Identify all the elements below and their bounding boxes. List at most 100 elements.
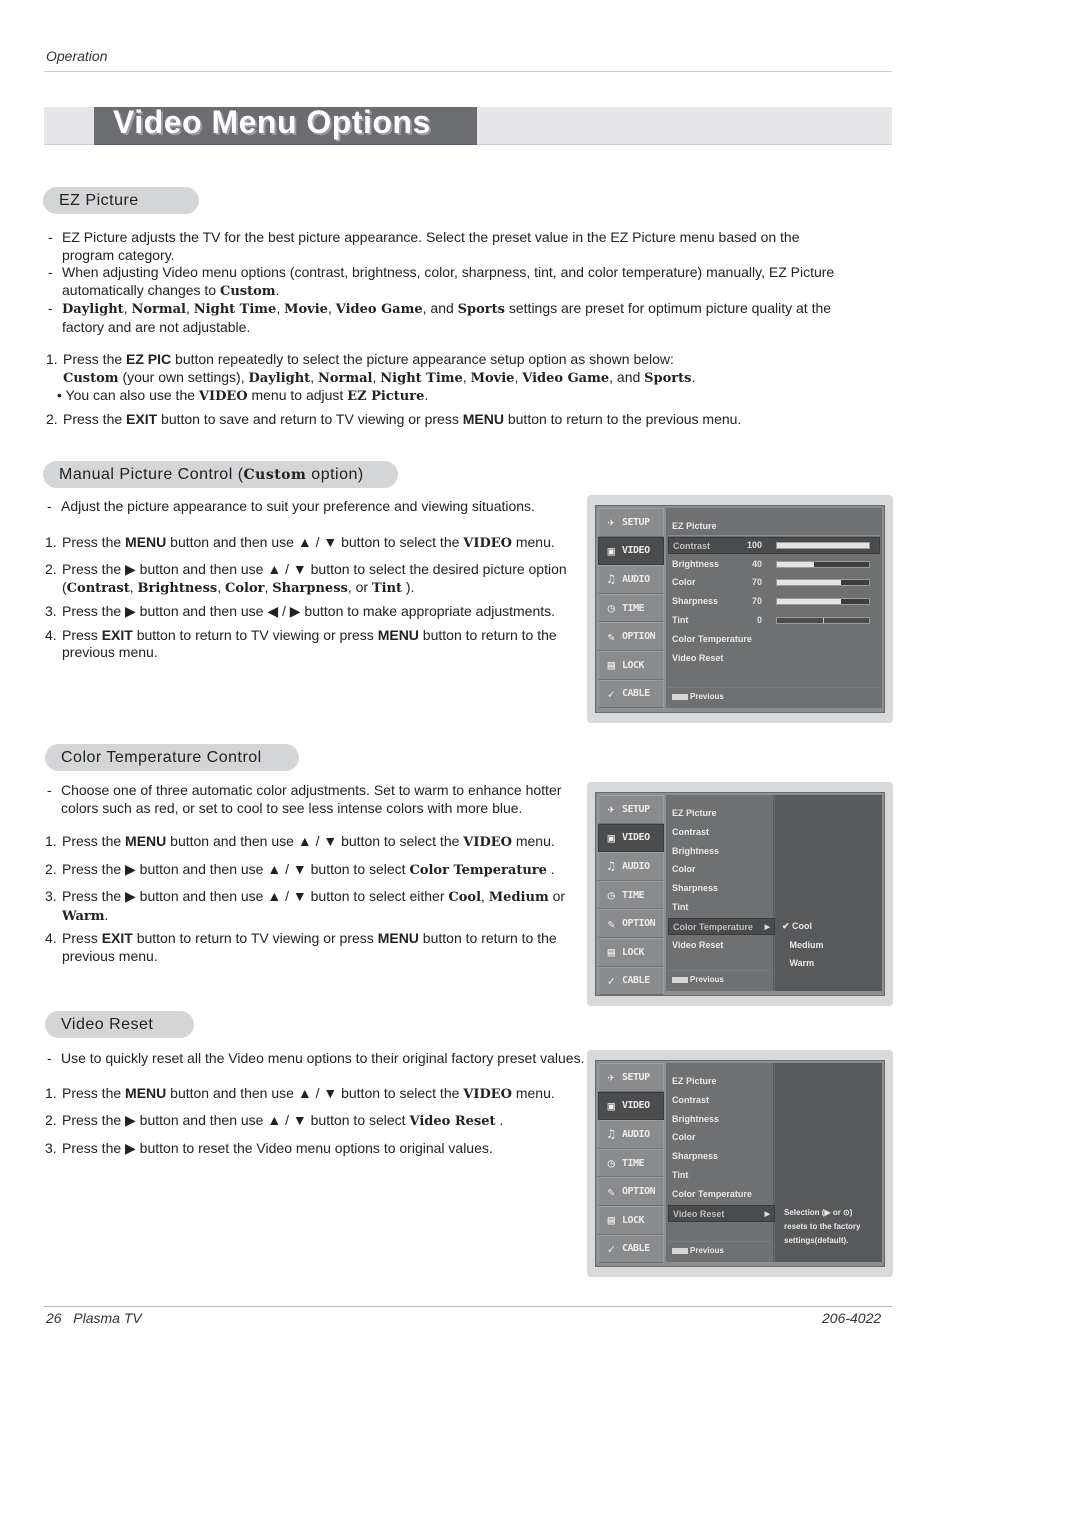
tv-help-text: settings(default). [784,1235,849,1245]
tv-sidebar-item-option: ✎ OPTION [598,622,664,651]
padlock-icon: ▤ [607,1213,615,1228]
padlock-icon: ▤ [607,945,615,960]
tv-menu-item: Tint [672,902,689,912]
tv-menu-item: Video Reset [672,652,724,663]
tv-help-text: resets to the factory [784,1221,861,1231]
tv-sidebar-label: AUDIO [622,573,650,585]
manual-picture-text: Adjust the picture appearance to suit yo… [45,498,580,667]
tv-sidebar-label: OPTION [622,631,656,643]
wrench-icon: ✎ [607,629,615,644]
tv-sidebar-label: LOCK [622,1214,645,1226]
tv-slider-fill [777,542,869,548]
tv-slider [776,560,870,568]
cable-plug-icon: ✓ [607,973,615,988]
tv-sidebar-item-cable: ✓ CABLE [598,966,664,996]
tv-sidebar: ✈ SETUP ▣ VIDEO ♫ AUDIO ◷ TIME ✎ OPTION ▤ LOCK ✓ CABL… [598,795,664,996]
video-reset-text: Use to quickly reset all the Video menu … [45,1050,585,1162]
note-item: Adjust the picture appearance to suit yo… [45,498,580,516]
tv-menu-item: EZ Picture [672,521,717,531]
tv-previous-label: Previous [690,692,724,701]
tv-screen: ✈ SETUP ▣ VIDEO ♫ AUDIO ◷ TIME ✎ OPTION ▤ LOCK ✓ CABL… [595,1060,885,1267]
tv-sidebar-item-option: ✎ OPTION [598,909,664,938]
tv-menu-screenshot-video-reset: ✈ SETUP ▣ VIDEO ♫ AUDIO ◷ TIME ✎ OPTION ▤ LOCK ✓ CABL… [587,1050,893,1277]
tv-screen: ✈ SETUP ▣ VIDEO ♫ AUDIO ◷ TIME ✎ OPTION ▤ LOCK ✓ CABL… [595,792,885,996]
tv-arrow-right-icon: ▶ [764,1210,770,1218]
ez-picture-steps: 1. Press the EZ PIC button repeatedly to… [46,351,846,433]
menu-key-icon [672,693,688,700]
tv-previous-label: Previous [690,975,724,984]
heading-text: EZ Picture [59,192,139,209]
tv-sidebar-label: CABLE [622,1243,650,1255]
tv-sidebar-label: AUDIO [622,1128,650,1140]
tv-main-panel: EZ Picture Contrast 100 Brightness 40 Color 70… [666,508,882,708]
tv-slider-fill [777,561,814,567]
tv-help-text: Selection (▶ or ⊙) [784,1207,853,1217]
note-item: Use to quickly reset all the Video menu … [45,1050,585,1068]
tv-menu-item: EZ Picture [672,808,717,818]
tv-menu-item: Contrast [672,826,710,837]
tv-sidebar-item-setup: ✈ SETUP [598,508,664,537]
ez-picture-notes: EZ Picture adjusts the TV for the best p… [46,229,846,336]
tv-menu-item: Brightness [672,1113,720,1124]
clock-icon: ◷ [607,1156,615,1171]
monitor-icon: ▣ [607,1098,615,1113]
tv-slider [776,579,870,587]
step-item: 2. Press the ▶ button and then use ▲ / ▼ … [45,561,567,596]
step-item: 4. Press EXIT button to return to TV view… [45,930,557,964]
note-item: EZ Picture adjusts the TV for the best p… [46,229,846,264]
step-item: 2. Press the ▶ button and then use ▲ / ▼ … [45,860,555,878]
step-item: 1. Press the MENU button and then use ▲ /… [45,533,555,551]
step-item: 1. Press the MENU button and then use ▲ /… [45,833,555,850]
tv-sidebar-label: LOCK [622,946,645,958]
tv-sidebar-label: AUDIO [622,860,650,872]
tv-sidebar-label: OPTION [622,1186,656,1198]
tv-sidebar-label: SETUP [622,1071,650,1083]
padlock-icon: ▤ [607,658,615,673]
step-item: 3. Press the ▶ button and then use ◀ / ▶ … [45,603,556,619]
tv-sidebar-item-lock: ▤ LOCK [598,937,664,967]
running-head: Operation [46,48,108,64]
cable-plug-icon: ✓ [607,1241,615,1256]
note-item: Daylight, Normal, Night Time, Movie, Vid… [46,300,846,336]
step-item: 3. Press the ▶ button and then use ▲ / ▼ … [45,888,566,924]
tv-submenu-option: Warm [782,958,815,969]
tv-sidebar-item-audio: ♫ AUDIO [598,852,664,881]
speaker-icon: ♫ [607,572,615,587]
tv-sidebar-label: OPTION [622,918,656,930]
tv-sidebar-item-lock: ▤ LOCK [598,1205,664,1235]
tv-arrow-right-icon: ▶ [764,923,770,931]
tv-submenu-option: Medium [782,939,824,950]
monitor-icon: ▣ [607,830,615,845]
tv-sidebar-item-time: ◷ TIME [598,880,664,910]
color-temperature-text: Choose one of three automatic color adju… [45,782,585,970]
tv-slider-fill [777,599,842,605]
tv-menu-item: Sharpness [672,883,719,894]
tv-sidebar-item-setup: ✈ SETUP [598,795,664,824]
tv-sidebar: ✈ SETUP ▣ VIDEO ♫ AUDIO ◷ TIME ✎ OPTION ▤ LOCK ✓ CABL… [598,508,664,709]
tv-sidebar-label: SETUP [622,516,650,528]
section-heading-video-reset: Video Reset [45,1011,194,1038]
monitor-icon: ▣ [607,543,615,558]
tv-sidebar-item-time: ◷ TIME [598,593,664,623]
clock-icon: ◷ [607,888,615,903]
tv-previous-label: Previous [690,1246,724,1255]
footer-page-label: 26 Plasma TV [46,1310,142,1326]
tv-slider [776,541,870,549]
tv-menu-item: Contrast [672,1094,710,1105]
tv-sidebar-label: CABLE [622,688,650,700]
tv-sidebar-item-time: ◷ TIME [598,1148,664,1178]
satellite-dish-icon: ✈ [607,802,615,817]
wrench-icon: ✎ [607,1184,615,1199]
footer-rule [44,1306,892,1307]
tv-menu-item: Color Temperature [672,633,752,644]
tv-sidebar-label: TIME [622,889,645,901]
speaker-icon: ♫ [607,1127,615,1142]
tv-main-panel: EZ Picture Contrast Brightness Color Sharpne… [666,795,882,991]
tv-sidebar-label: SETUP [622,803,650,815]
tv-sidebar-item-video: ▣ VIDEO [598,536,664,566]
tv-previous-hint: Previous [668,687,880,705]
menu-key-icon [672,976,688,983]
tv-sidebar-label: CABLE [622,975,650,987]
tv-value: 40 [751,558,762,569]
tv-sidebar-label: VIDEO [622,545,650,557]
